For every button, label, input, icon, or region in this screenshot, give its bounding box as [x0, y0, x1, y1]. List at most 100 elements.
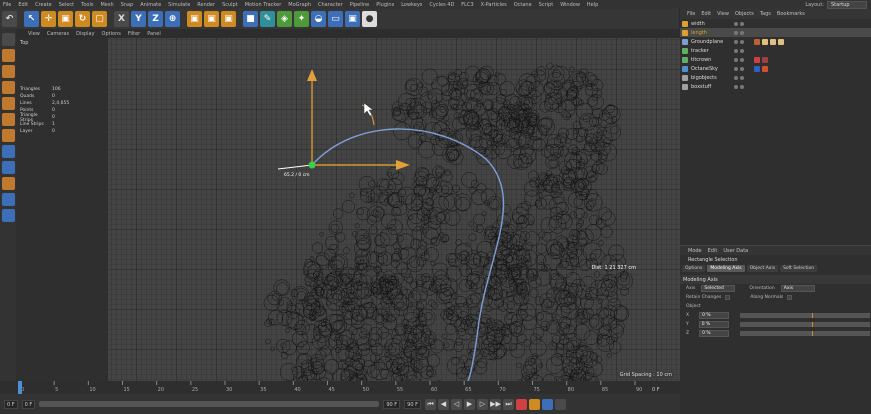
menu-item-cycles-4d[interactable]: Cycles 4D: [429, 2, 454, 8]
menu-item-flc3[interactable]: FLC3: [461, 2, 473, 8]
transport-button-2[interactable]: ◁: [450, 398, 462, 410]
start-frame-field[interactable]: 0 F: [4, 399, 18, 409]
rotate-icon[interactable]: ↻: [75, 11, 90, 27]
array-icon[interactable]: ✦: [294, 11, 309, 27]
pen-icon[interactable]: ✎: [260, 11, 275, 27]
autokey-icon[interactable]: ▣: [204, 11, 219, 27]
coordinate-system-icon[interactable]: ⊕: [165, 11, 180, 27]
visibility-dots[interactable]: [734, 48, 748, 53]
tag-icon[interactable]: [778, 38, 784, 45]
enable-axis-icon[interactable]: [1, 145, 15, 158]
frame-range-slider[interactable]: [39, 401, 380, 407]
menu-item-octane[interactable]: Octane: [514, 2, 532, 8]
attribute-menu-mode[interactable]: Mode: [688, 248, 702, 254]
tag-icon[interactable]: [762, 65, 768, 72]
record-key-icon-3[interactable]: [554, 398, 566, 410]
visibility-dots[interactable]: [734, 21, 748, 26]
axis-y-field[interactable]: 0 %: [698, 321, 729, 328]
axis-mode-icon[interactable]: [1, 81, 15, 94]
viewport-menu-cameras[interactable]: Cameras: [47, 31, 69, 37]
object-row[interactable]: bigobjects: [680, 73, 871, 82]
viewport-menu-options[interactable]: Options: [102, 31, 121, 37]
end-frame-field[interactable]: 90 F: [383, 399, 401, 409]
render-visibility-dot[interactable]: [740, 66, 744, 71]
tab-modeling-axis[interactable]: Modeling Axis: [707, 265, 745, 272]
menu-item-simulate[interactable]: Simulate: [168, 2, 190, 8]
render-icon[interactable]: ▣: [221, 11, 236, 27]
axis-x-slider[interactable]: [740, 313, 870, 318]
polygons-mode-icon[interactable]: [1, 129, 15, 142]
visibility-dots[interactable]: [734, 30, 748, 35]
menu-item-character[interactable]: Character: [318, 2, 343, 8]
menu-item-sculpt[interactable]: Sculpt: [222, 2, 238, 8]
viewport-top[interactable]: View Cameras Display Options Filter Panel Tri…: [16, 29, 680, 381]
object-row[interactable]: boxstuff: [680, 82, 871, 91]
render-visibility-dot[interactable]: [740, 39, 744, 44]
object-menu-bookmarks[interactable]: Bookmarks: [777, 11, 805, 17]
tag-icon[interactable]: [762, 38, 768, 45]
object-row[interactable]: width: [680, 19, 871, 28]
axis-x-icon[interactable]: X: [114, 11, 129, 27]
axis-z-field[interactable]: 0 %: [699, 330, 730, 337]
record-key-icon-0[interactable]: [515, 398, 527, 410]
object-menu-tags[interactable]: Tags: [760, 11, 771, 17]
render-visibility-dot[interactable]: [740, 57, 744, 62]
visibility-dots[interactable]: [734, 84, 748, 89]
menu-item-select[interactable]: Select: [59, 2, 74, 8]
menu-item-render[interactable]: Render: [197, 2, 215, 8]
record-key-icon-1[interactable]: [528, 398, 540, 410]
along-normals-checkbox[interactable]: [787, 295, 793, 300]
select-arrow-icon[interactable]: ↖: [24, 11, 39, 27]
transport-button-3[interactable]: ▶: [463, 398, 475, 410]
menu-item-lowkeys[interactable]: Lowkeys: [401, 2, 422, 8]
menu-item-animate[interactable]: Animate: [140, 2, 161, 8]
menu-item-edit[interactable]: Edit: [18, 2, 28, 8]
cube-icon[interactable]: ■: [243, 11, 258, 27]
deformer-icon[interactable]: ◒: [311, 11, 326, 27]
editor-visibility-dot[interactable]: [734, 39, 738, 44]
axis-z-icon[interactable]: Z: [148, 11, 163, 27]
editor-visibility-dot[interactable]: [734, 75, 738, 80]
recent-tools-icon[interactable]: ▢: [92, 11, 107, 27]
light-icon[interactable]: ●: [362, 11, 377, 27]
transport-button-4[interactable]: ▷: [476, 398, 488, 410]
visibility-dots[interactable]: [734, 66, 748, 71]
model-mode-icon[interactable]: [1, 49, 15, 62]
menu-item-file[interactable]: File: [3, 2, 11, 8]
menu-item-tools[interactable]: Tools: [81, 2, 93, 8]
object-menu-file[interactable]: File: [687, 11, 695, 17]
tag-icon[interactable]: [770, 38, 776, 45]
preview-end-field[interactable]: 90 F: [404, 399, 421, 409]
object-row[interactable]: length: [680, 28, 871, 37]
viewport-menu-view[interactable]: View: [28, 31, 40, 37]
editor-visibility-dot[interactable]: [734, 21, 738, 26]
move-icon[interactable]: ✛: [41, 11, 56, 27]
attribute-menu-user-data[interactable]: User Data: [723, 248, 748, 254]
subdivision-icon[interactable]: ◈: [277, 11, 292, 27]
viewport-menu-panel[interactable]: Panel: [147, 31, 161, 37]
visibility-dots[interactable]: [734, 75, 748, 80]
layout-select[interactable]: Startup: [827, 0, 867, 9]
transport-button-5[interactable]: ▶▶: [489, 398, 501, 410]
axis-z-slider[interactable]: [740, 331, 870, 336]
viewport-menu-filter[interactable]: Filter: [128, 31, 140, 37]
attribute-menu-edit[interactable]: Edit: [708, 248, 718, 254]
axis-dropdown[interactable]: Selected: [701, 285, 736, 292]
orientation-dropdown[interactable]: Axis: [780, 285, 815, 292]
texture-mode-icon[interactable]: [1, 65, 15, 78]
menu-item-plugins[interactable]: Plugins: [376, 2, 394, 8]
render-visibility-dot[interactable]: [740, 84, 744, 89]
transport-button-6[interactable]: ⏭: [502, 398, 514, 410]
menu-item-mograph[interactable]: MoGraph: [288, 2, 311, 8]
floor-icon[interactable]: ▭: [328, 11, 343, 27]
viewport-menu-display[interactable]: Display: [76, 31, 94, 37]
record-icon[interactable]: ▣: [187, 11, 202, 27]
editor-visibility-dot[interactable]: [734, 48, 738, 53]
visibility-dots[interactable]: [734, 57, 748, 62]
menu-item-snap[interactable]: Snap: [121, 2, 134, 8]
tag-icon[interactable]: [762, 56, 768, 63]
menu-item-motion-tracker[interactable]: Motion Tracker: [245, 2, 282, 8]
transport-button-1[interactable]: ◀: [437, 398, 449, 410]
object-menu-edit[interactable]: Edit: [701, 11, 711, 17]
render-visibility-dot[interactable]: [740, 75, 744, 80]
